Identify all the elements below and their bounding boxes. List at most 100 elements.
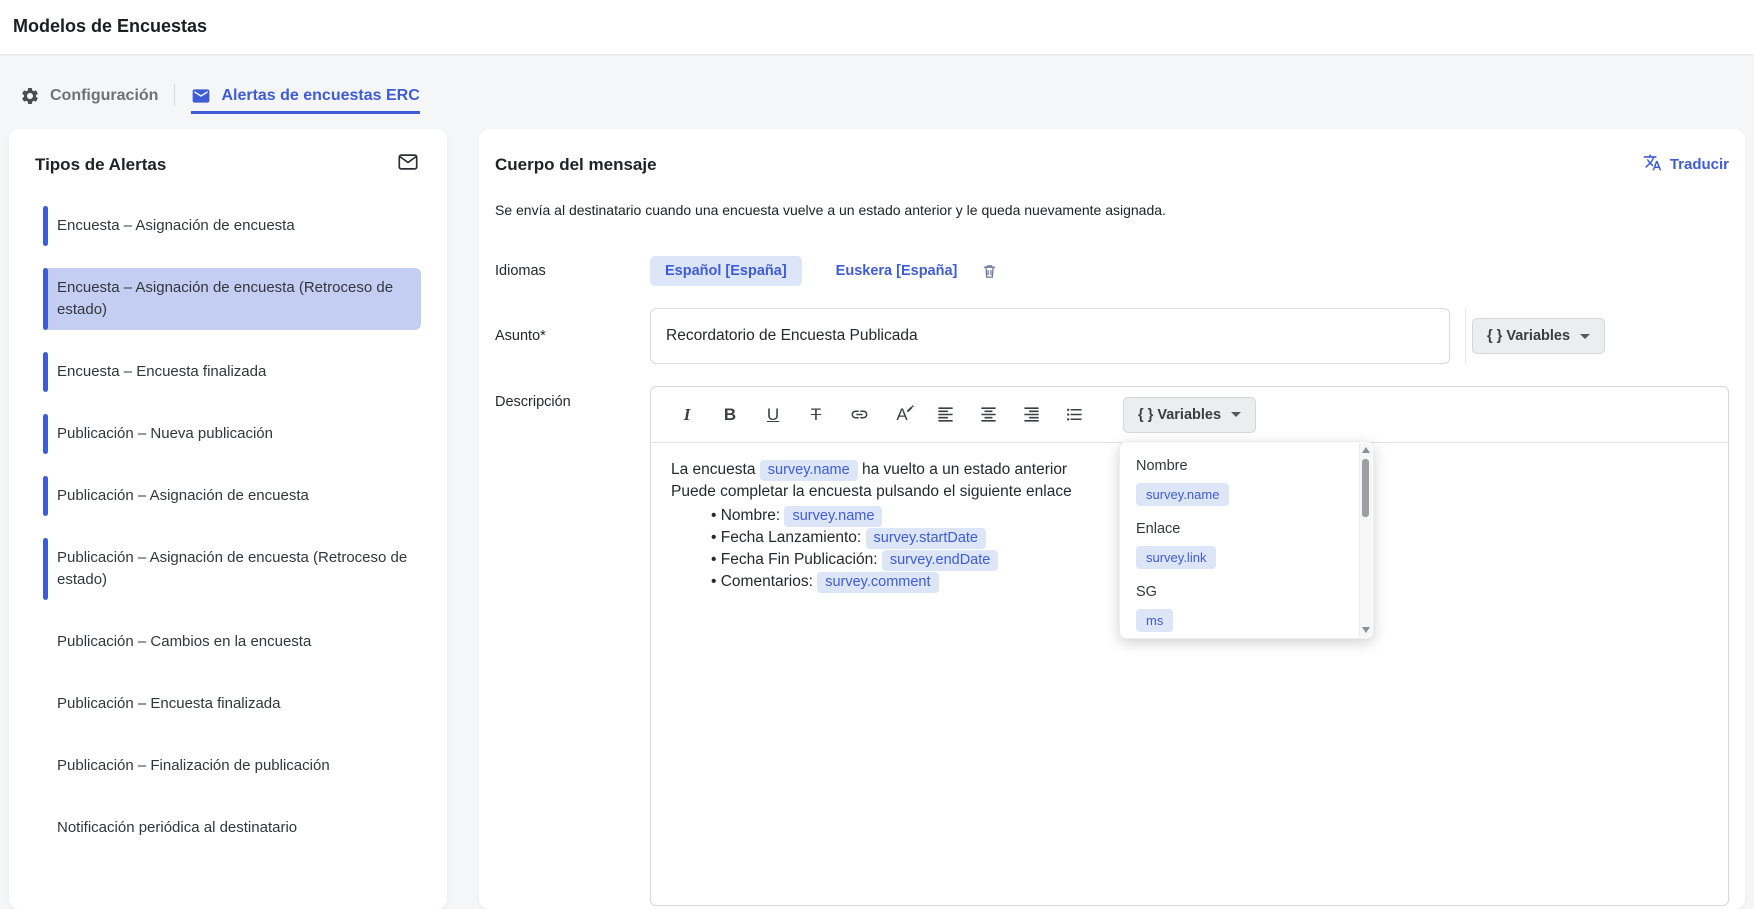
translate-label: Traducir bbox=[1670, 156, 1729, 173]
languages-row: Idiomas Español [España] Euskera [España… bbox=[495, 256, 1729, 286]
variables-dropdown-list: Nombre survey.name Enlace survey.link SG… bbox=[1120, 442, 1373, 639]
font-color-button[interactable]: A bbox=[884, 397, 920, 433]
scroll-down-arrow-icon[interactable] bbox=[1362, 627, 1370, 633]
strikethrough-button[interactable]: T bbox=[798, 397, 834, 433]
translate-button[interactable]: Traducir bbox=[1643, 153, 1729, 176]
variable-chip: survey.name bbox=[784, 506, 882, 527]
alert-type-label: Publicación – Encuesta finalizada bbox=[57, 693, 280, 715]
alert-type-label: Publicación – Asignación de encuesta bbox=[57, 485, 309, 507]
tab-configuracion[interactable]: Configuración bbox=[20, 86, 158, 114]
languages-label: Idiomas bbox=[495, 263, 650, 279]
align-right-icon bbox=[1022, 405, 1041, 424]
editor-text: Fecha Lanzamiento: bbox=[721, 529, 866, 546]
app-header: Modelos de Encuestas bbox=[0, 0, 1754, 54]
variable-option[interactable]: ms bbox=[1136, 609, 1173, 632]
variable-chip: survey.name bbox=[760, 460, 858, 481]
alert-types-title: Tipos de Alertas bbox=[35, 155, 166, 175]
alert-type-item[interactable]: Publicación – Cambios en la encuesta bbox=[43, 622, 421, 662]
language-link-secondary[interactable]: Euskera [España] bbox=[836, 263, 958, 279]
description-label: Descripción bbox=[495, 386, 650, 410]
alert-type-label: Encuesta – Encuesta finalizada bbox=[57, 361, 266, 383]
scrollbar-thumb[interactable] bbox=[1362, 459, 1369, 517]
accent-bar bbox=[43, 476, 48, 516]
subject-label: Asunto* bbox=[495, 328, 650, 344]
underline-button[interactable]: U bbox=[755, 397, 791, 433]
alert-type-label: Publicación – Cambios en la encuesta bbox=[57, 631, 311, 653]
alert-type-item[interactable]: Publicación – Asignación de encuesta (Re… bbox=[43, 538, 421, 600]
editor-text: Comentarios: bbox=[721, 573, 817, 590]
variable-group-label: Nombre bbox=[1136, 458, 1345, 474]
bold-button[interactable]: B bbox=[712, 397, 748, 433]
chevron-down-icon bbox=[1580, 334, 1590, 339]
alert-type-label: Publicación – Nueva publicación bbox=[57, 423, 273, 445]
align-right-button[interactable] bbox=[1013, 397, 1049, 433]
rich-text-editor: I B U T A bbox=[650, 386, 1729, 906]
editor-variables-button[interactable]: { } Variables bbox=[1123, 397, 1256, 433]
variable-group-label: SG bbox=[1136, 584, 1345, 600]
subject-input[interactable] bbox=[650, 308, 1450, 364]
bullet-list-button[interactable] bbox=[1056, 397, 1092, 433]
alert-type-item[interactable]: Publicación – Asignación de encuesta bbox=[43, 476, 421, 516]
accent-bar bbox=[43, 538, 48, 600]
tab-alertas-erc[interactable]: Alertas de encuestas ERC bbox=[191, 86, 419, 114]
pen-icon bbox=[906, 404, 915, 413]
accent-bar bbox=[43, 268, 48, 330]
accent-bar bbox=[43, 206, 48, 246]
tab-configuracion-label: Configuración bbox=[50, 87, 158, 105]
alert-type-item[interactable]: Encuesta – Asignación de encuesta bbox=[43, 206, 421, 246]
variables-label: { } Variables bbox=[1138, 407, 1221, 423]
alert-types-header: Tipos de Alertas bbox=[9, 129, 447, 192]
alert-type-item[interactable]: Encuesta – Encuesta finalizada bbox=[43, 352, 421, 392]
language-chip-active[interactable]: Español [España] bbox=[650, 256, 802, 286]
variable-option[interactable]: survey.link bbox=[1136, 546, 1216, 569]
subject-row: Asunto* { } Variables bbox=[495, 308, 1729, 364]
variables-label: { } Variables bbox=[1487, 328, 1570, 344]
alert-type-list: Encuesta – Asignación de encuesta Encues… bbox=[9, 192, 447, 848]
variables-dropdown-menu: Nombre survey.name Enlace survey.link SG… bbox=[1119, 441, 1374, 639]
delete-language-button[interactable] bbox=[981, 263, 998, 280]
alert-type-item[interactable]: Publicación – Nueva publicación bbox=[43, 414, 421, 454]
align-left-button[interactable] bbox=[927, 397, 963, 433]
editor-text: Nombre: bbox=[721, 507, 785, 524]
alert-type-item[interactable]: Publicación – Encuesta finalizada bbox=[43, 684, 421, 724]
variable-chip: survey.startDate bbox=[866, 528, 987, 549]
alert-types-panel: Tipos de Alertas Encuesta – Asignación d… bbox=[9, 129, 447, 909]
dropdown-scrollbar[interactable] bbox=[1359, 443, 1372, 637]
alert-type-label: Publicación – Finalización de publicació… bbox=[57, 755, 330, 777]
mail-send-icon bbox=[397, 151, 419, 178]
alert-type-label: Encuesta – Asignación de encuesta bbox=[57, 215, 295, 237]
variable-chip: survey.endDate bbox=[882, 550, 998, 571]
translate-icon bbox=[1643, 153, 1662, 176]
alert-type-item[interactable]: Publicación – Finalización de publicació… bbox=[43, 746, 421, 786]
link-icon bbox=[850, 405, 869, 424]
message-body-title: Cuerpo del mensaje bbox=[495, 155, 657, 175]
italic-button[interactable]: I bbox=[669, 397, 705, 433]
page-title: Modelos de Encuestas bbox=[0, 0, 1754, 37]
description-row: Descripción I B U T A bbox=[495, 386, 1729, 906]
align-center-icon bbox=[979, 405, 998, 424]
editor-toolbar: I B U T A bbox=[651, 387, 1728, 443]
editor-text: Fecha Fin Publicación: bbox=[721, 551, 882, 568]
alert-type-item[interactable]: Notificación periódica al destinatario bbox=[43, 808, 421, 848]
variable-option[interactable]: survey.name bbox=[1136, 483, 1229, 506]
alert-type-label: Encuesta – Asignación de encuesta (Retro… bbox=[57, 277, 411, 321]
tab-bar: Configuración Alertas de encuestas ERC bbox=[20, 84, 420, 114]
chevron-down-icon bbox=[1231, 412, 1241, 417]
alert-description: Se envía al destinatario cuando una encu… bbox=[495, 202, 1729, 218]
accent-bar bbox=[43, 414, 48, 454]
alert-type-item-selected[interactable]: Encuesta – Asignación de encuesta (Retro… bbox=[43, 268, 421, 330]
editor-text: La encuesta bbox=[671, 461, 760, 478]
tab-divider bbox=[174, 84, 175, 106]
message-body-panel: Cuerpo del mensaje Traducir Se envía al … bbox=[479, 129, 1745, 909]
accent-bar bbox=[43, 352, 48, 392]
tab-alertas-erc-label: Alertas de encuestas ERC bbox=[221, 87, 419, 105]
subject-variables-button[interactable]: { } Variables bbox=[1472, 318, 1605, 354]
editor-text: ha vuelto a un estado anterior bbox=[858, 461, 1067, 478]
scroll-up-arrow-icon[interactable] bbox=[1362, 447, 1370, 453]
field-divider bbox=[1465, 308, 1466, 364]
alert-type-label: Notificación periódica al destinatario bbox=[57, 817, 297, 839]
align-center-button[interactable] bbox=[970, 397, 1006, 433]
variable-chip: survey.comment bbox=[817, 572, 938, 593]
link-button[interactable] bbox=[841, 397, 877, 433]
gear-icon bbox=[20, 86, 40, 106]
